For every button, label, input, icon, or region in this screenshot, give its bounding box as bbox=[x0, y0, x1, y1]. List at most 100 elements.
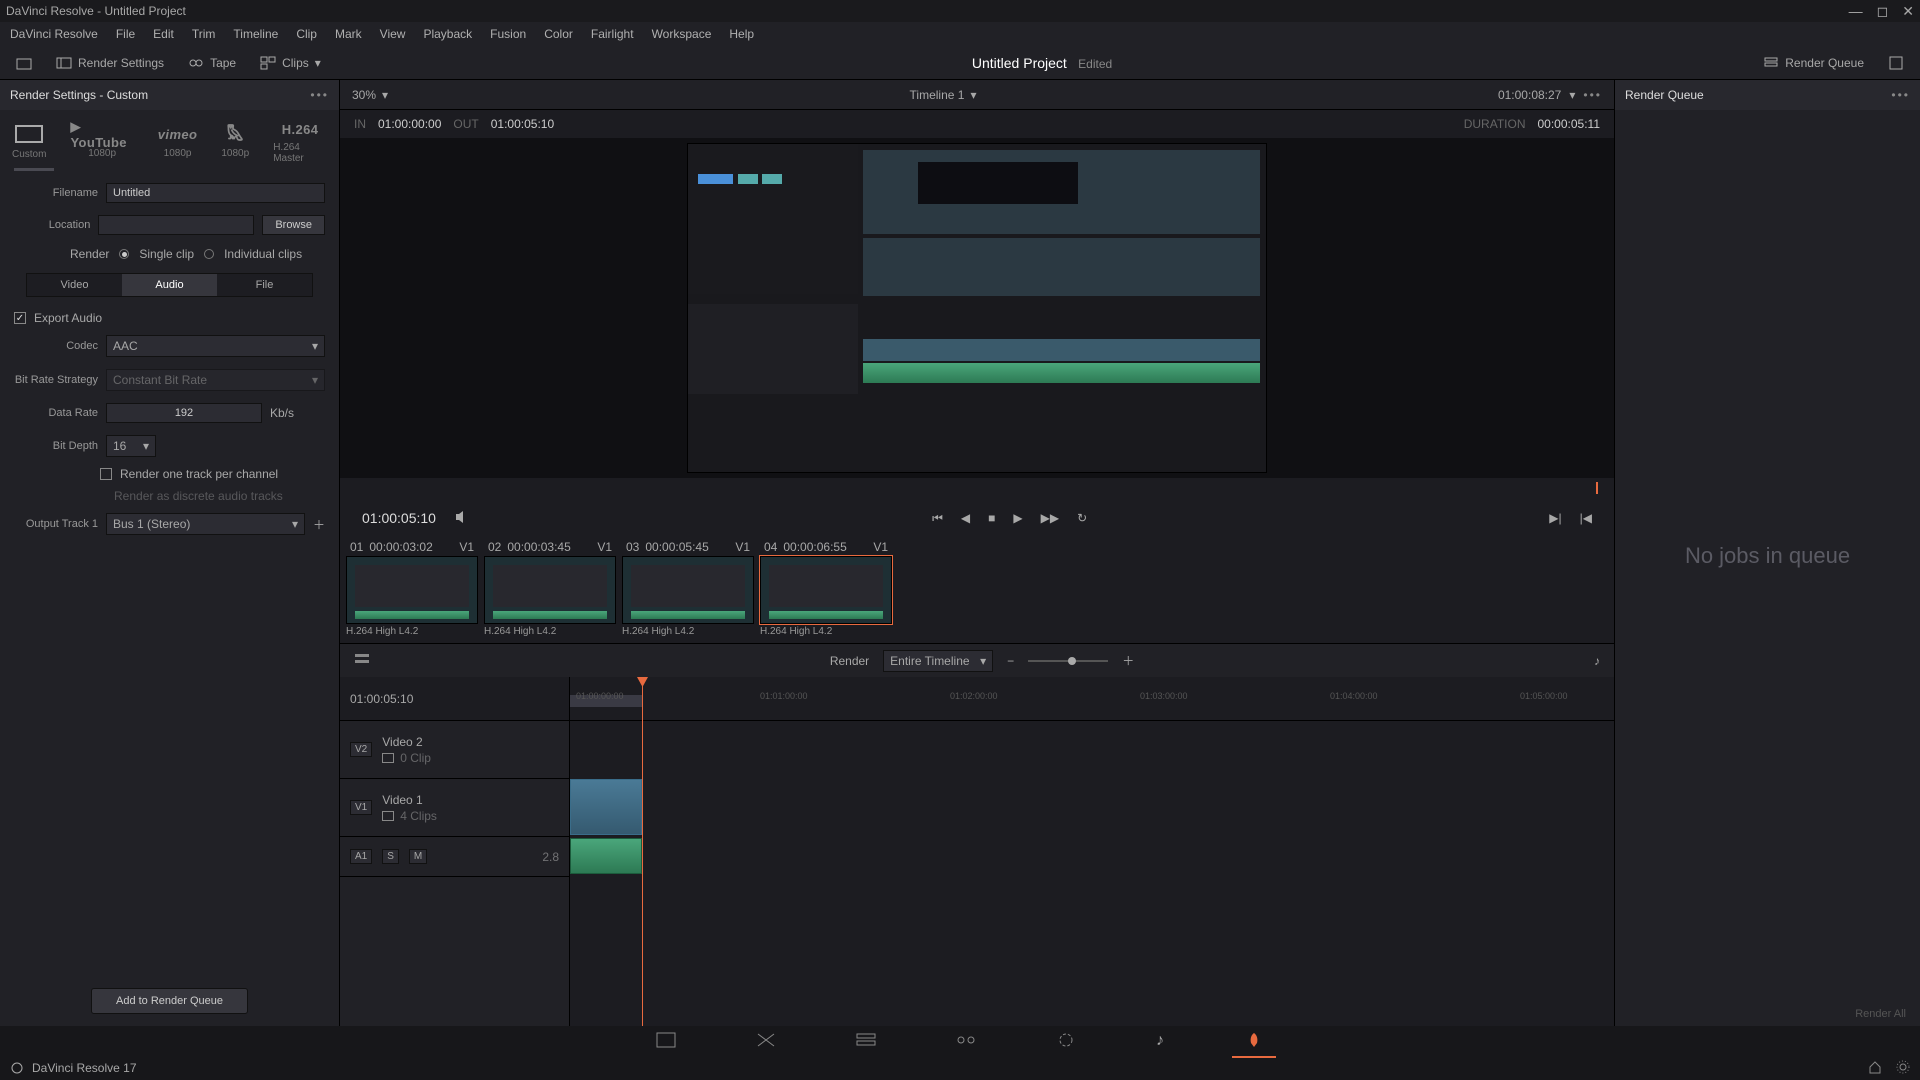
timeline-clip-v1[interactable] bbox=[570, 779, 642, 835]
menu-fairlight[interactable]: Fairlight bbox=[591, 27, 634, 41]
tab-file[interactable]: File bbox=[217, 274, 312, 296]
solo-button[interactable]: S bbox=[382, 849, 399, 864]
loop-button[interactable]: ↻ bbox=[1077, 511, 1087, 525]
bit-depth-select[interactable]: 16▾ bbox=[106, 435, 156, 457]
track-header-a1[interactable]: A1 S M 2.8 bbox=[340, 837, 569, 877]
data-rate-input[interactable] bbox=[106, 403, 262, 423]
page-color[interactable] bbox=[1056, 1032, 1076, 1051]
preset-twitter[interactable]: 𐦉 1080p bbox=[221, 126, 249, 159]
project-settings-button[interactable] bbox=[1896, 1060, 1910, 1077]
stop-button[interactable]: ■ bbox=[988, 511, 995, 525]
single-clip-radio[interactable] bbox=[119, 249, 129, 259]
quick-export-button[interactable] bbox=[10, 53, 38, 73]
menu-timeline[interactable]: Timeline bbox=[233, 27, 278, 41]
render-settings-toggle[interactable]: Render Settings bbox=[50, 53, 170, 73]
viewer[interactable] bbox=[340, 138, 1614, 478]
mute-button[interactable]: M bbox=[409, 849, 427, 864]
track-header-v1[interactable]: V1 Video 1 4 Clips bbox=[340, 779, 569, 837]
timeline-view-button[interactable] bbox=[354, 651, 370, 670]
panel-title: Render Settings - Custom bbox=[10, 88, 148, 102]
project-edited-badge: Edited bbox=[1078, 57, 1112, 71]
track-header-v2[interactable]: V2 Video 2 0 Clip bbox=[340, 721, 569, 779]
menu-help[interactable]: Help bbox=[729, 27, 754, 41]
playhead[interactable] bbox=[642, 677, 643, 1026]
cut-icon bbox=[756, 1032, 776, 1048]
menu-file[interactable]: File bbox=[116, 27, 135, 41]
zoom-in-button[interactable]: ＋ bbox=[1122, 652, 1134, 669]
panel-menu-button[interactable]: ••• bbox=[310, 88, 329, 102]
output-track-select[interactable]: Bus 1 (Stereo)▾ bbox=[106, 513, 305, 535]
prev-frame-button[interactable]: ◀ bbox=[961, 511, 970, 525]
codec-select[interactable]: AAC▾ bbox=[106, 335, 325, 357]
page-cut[interactable] bbox=[756, 1032, 776, 1051]
viewer-scrubbar[interactable] bbox=[354, 478, 1600, 498]
add-to-render-queue-button[interactable]: Add to Render Queue bbox=[91, 988, 248, 1014]
zoom-level[interactable]: 30% bbox=[352, 88, 376, 102]
menu-mark[interactable]: Mark bbox=[335, 27, 362, 41]
location-label: Location bbox=[14, 219, 90, 231]
minimize-button[interactable]: — bbox=[1849, 3, 1863, 20]
tracks-area[interactable]: 01:00:00:00 01:01:00:00 01:02:00:00 01:0… bbox=[570, 677, 1614, 1026]
duration-timecode: 00:00:05:11 bbox=[1537, 117, 1600, 131]
menu-view[interactable]: View bbox=[380, 27, 406, 41]
page-edit[interactable] bbox=[856, 1032, 876, 1051]
first-frame-button[interactable]: ⏮ bbox=[932, 511, 943, 526]
clip-card[interactable]: 0300:00:05:45V1 H.264 High L4.2 bbox=[622, 538, 754, 637]
menu-playback[interactable]: Playback bbox=[423, 27, 472, 41]
menu-trim[interactable]: Trim bbox=[192, 27, 216, 41]
close-button[interactable]: ✕ bbox=[1902, 3, 1914, 20]
viewer-timecode[interactable]: 01:00:08:27 bbox=[1498, 88, 1561, 102]
maximize-button[interactable]: ◻ bbox=[1877, 3, 1889, 20]
render-one-track-checkbox[interactable] bbox=[100, 468, 112, 480]
panel-menu-button[interactable]: ••• bbox=[1891, 88, 1910, 102]
go-to-out-button[interactable]: |◀ bbox=[1580, 511, 1592, 525]
tab-audio[interactable]: Audio bbox=[122, 274, 217, 296]
browse-button[interactable]: Browse bbox=[262, 215, 325, 235]
individual-clips-radio[interactable] bbox=[204, 249, 214, 259]
render-range-select[interactable]: Entire Timeline▾ bbox=[883, 650, 993, 672]
clip-card[interactable]: 0400:00:06:55V1 H.264 High L4.2 bbox=[760, 538, 892, 637]
viewer-menu-button[interactable]: ••• bbox=[1583, 88, 1602, 102]
page-media[interactable] bbox=[656, 1032, 676, 1051]
tab-video[interactable]: Video bbox=[27, 274, 122, 296]
menu-workspace[interactable]: Workspace bbox=[652, 27, 712, 41]
page-nav: ♪ bbox=[0, 1026, 1920, 1056]
audio-mixer-button[interactable]: ♪ bbox=[1594, 654, 1600, 668]
filename-input[interactable] bbox=[106, 183, 325, 203]
menu-edit[interactable]: Edit bbox=[153, 27, 174, 41]
render-queue-toggle[interactable]: Render Queue bbox=[1757, 53, 1870, 73]
export-audio-checkbox[interactable] bbox=[14, 312, 26, 324]
chevron-down-icon: ▾ bbox=[1569, 88, 1575, 102]
menu-davinci-resolve[interactable]: DaVinci Resolve bbox=[10, 27, 98, 41]
go-to-in-button[interactable]: ▶| bbox=[1549, 511, 1561, 525]
mute-button[interactable] bbox=[454, 509, 470, 528]
zoom-slider[interactable] bbox=[1028, 660, 1108, 662]
twitter-icon: 𐦉 bbox=[227, 126, 244, 144]
next-frame-button[interactable]: ▶▶ bbox=[1041, 511, 1059, 525]
timeline-name[interactable]: Timeline 1 bbox=[910, 88, 965, 102]
location-input[interactable] bbox=[98, 215, 254, 235]
render-mode-label: Render bbox=[70, 247, 109, 261]
preset-vimeo[interactable]: vimeo 1080p bbox=[158, 126, 198, 159]
add-output-track-button[interactable]: ＋ bbox=[313, 516, 325, 533]
page-fusion[interactable] bbox=[956, 1032, 976, 1051]
preset-h264[interactable]: H.264 H.264 Master bbox=[273, 120, 327, 164]
page-fairlight[interactable]: ♪ bbox=[1156, 1032, 1164, 1050]
menu-clip[interactable]: Clip bbox=[296, 27, 317, 41]
tape-toggle[interactable]: Tape bbox=[182, 53, 242, 73]
chevron-down-icon: ▾ bbox=[980, 654, 986, 668]
clip-card[interactable]: 0100:00:03:02V1 H.264 High L4.2 bbox=[346, 538, 478, 637]
timeline-clip-a1[interactable] bbox=[570, 838, 642, 874]
play-button[interactable]: ▶ bbox=[1013, 511, 1022, 525]
home-button[interactable] bbox=[1868, 1060, 1882, 1077]
clips-dropdown[interactable]: Clips▾ bbox=[254, 53, 327, 73]
zoom-out-button[interactable]: − bbox=[1007, 654, 1014, 668]
menu-fusion[interactable]: Fusion bbox=[490, 27, 526, 41]
clip-card[interactable]: 0200:00:03:45V1 H.264 High L4.2 bbox=[484, 538, 616, 637]
page-deliver[interactable] bbox=[1244, 1032, 1264, 1051]
expand-button[interactable] bbox=[1882, 53, 1910, 73]
preset-youtube[interactable]: ▶ YouTube 1080p bbox=[70, 126, 133, 159]
preset-custom[interactable]: Custom bbox=[12, 125, 46, 160]
color-icon bbox=[1056, 1032, 1076, 1048]
menu-color[interactable]: Color bbox=[544, 27, 573, 41]
